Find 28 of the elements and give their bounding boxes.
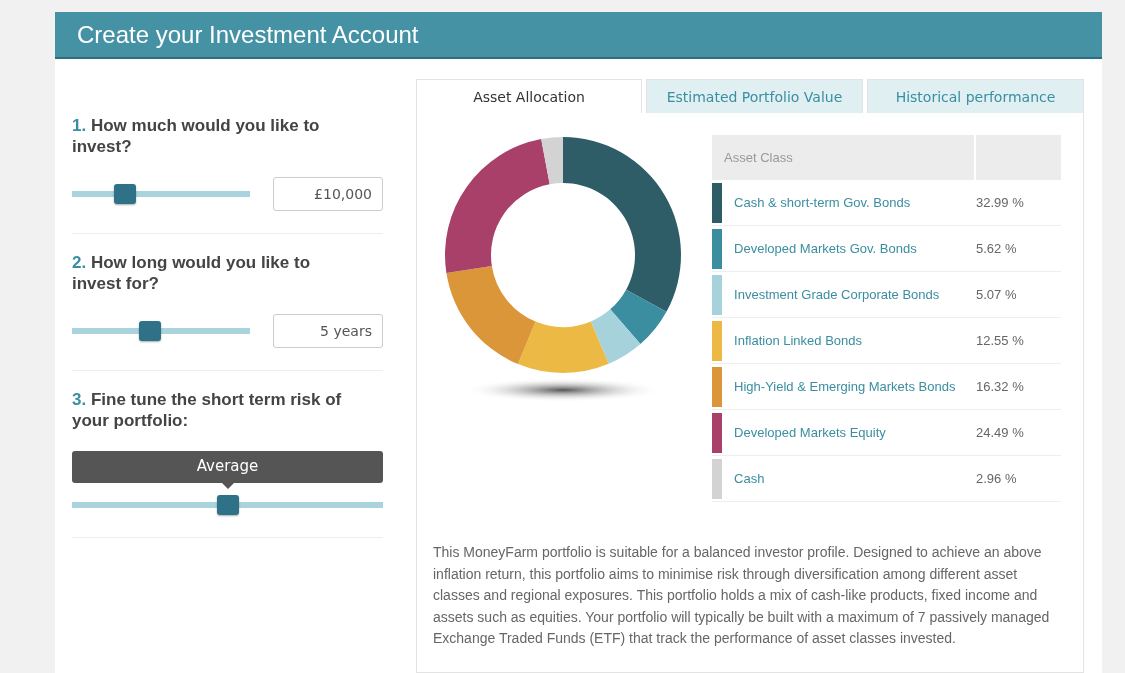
- table-cell: 32.99 %: [975, 180, 1061, 226]
- slider-thumb[interactable]: [216, 495, 239, 515]
- input-field[interactable]: £10,000: [273, 177, 383, 211]
- table-cell: High-Yield & Emerging Markets Bonds: [722, 363, 975, 410]
- table-cell: Cash: [722, 455, 975, 502]
- tooltip-pointer: [221, 483, 234, 489]
- table-cell: 2.96 %: [975, 455, 1061, 502]
- table-cell: 5.07 %: [975, 271, 1061, 318]
- risk-tooltip: Average: [72, 451, 383, 483]
- page-title: Create your Investment Account: [77, 20, 419, 49]
- question-label: 2. How long would you like to invest for?: [72, 252, 312, 294]
- question-label: 1. How much would you like to invest?: [72, 115, 321, 157]
- table-cell: 24.49 %: [975, 409, 1061, 456]
- slider-thumb[interactable]: [114, 184, 137, 204]
- table-cell: 12.55 %: [975, 317, 1061, 364]
- table-cell: Inflation Linked Bonds: [722, 317, 975, 364]
- input-field[interactable]: 5 years: [273, 314, 383, 348]
- table-cell: Developed Markets Gov. Bonds: [722, 225, 975, 272]
- table-cell: 16.32 %: [975, 363, 1061, 410]
- column-header: Asset Class: [712, 135, 975, 180]
- table-cell: Developed Markets Equity: [722, 409, 975, 456]
- table-cell: 5.62 %: [975, 225, 1061, 272]
- question-label: 3. Fine tune the short term risk of your portfolio:: [72, 389, 343, 431]
- slider-thumb[interactable]: [139, 321, 162, 341]
- tab[interactable]: Asset Allocation: [416, 79, 642, 113]
- table-cell: Cash & short-term Gov. Bonds: [722, 180, 975, 226]
- table-cell: Investment Grade Corporate Bonds: [722, 271, 975, 318]
- description-text: This MoneyFarm portfolio is suitable for a balanced investor profile. Designed to achieve an above inflation return, this portfolio aims to minimise risk through diversification among different asset classes and regional exposures. This portfolio holds a mix of cash-like products, fixed income and assets such as equities. Your portfolio will typically be built with a maximum of 7 passively managed Exchange Traded Funds (ETF) that track the performance of asset classes invested.: [433, 543, 1051, 648]
